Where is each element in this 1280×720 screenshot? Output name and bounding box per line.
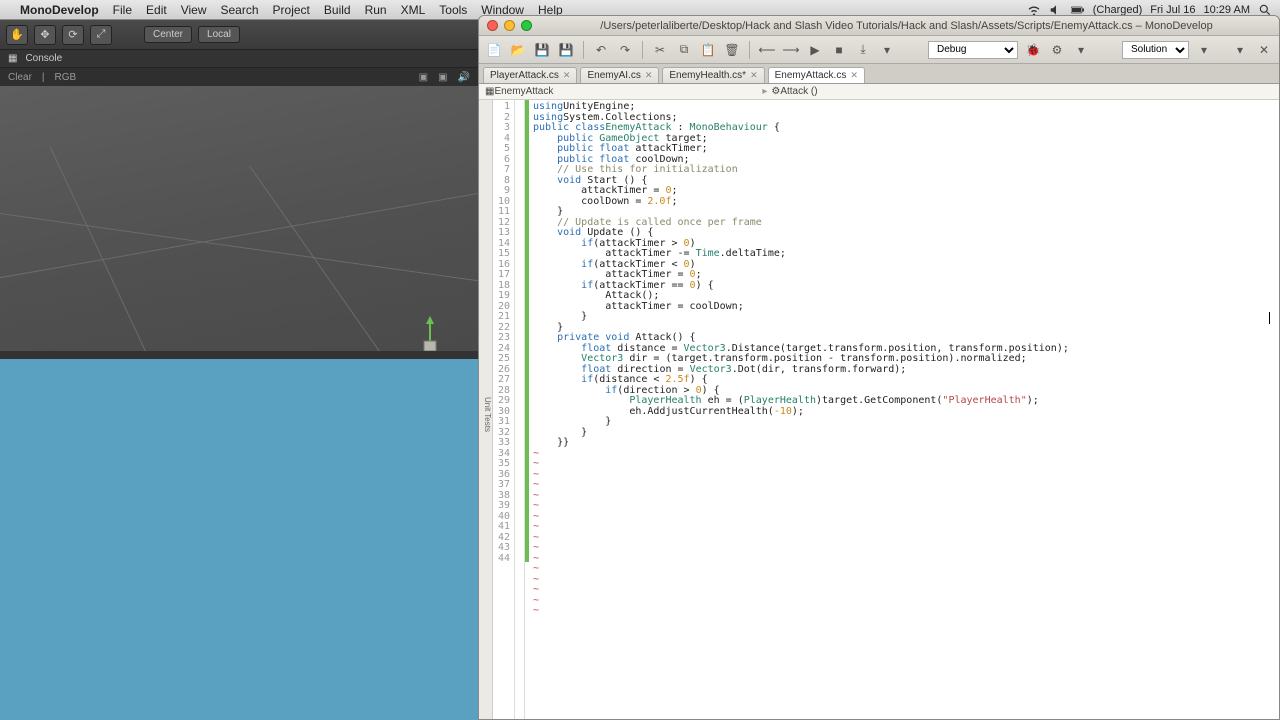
config-select[interactable]: Debug	[928, 41, 1018, 59]
menubar-date: Fri Jul 16	[1150, 4, 1195, 16]
move-tool[interactable]: ✥	[34, 25, 56, 45]
new-file-icon[interactable]: 📄	[485, 41, 503, 59]
open-icon[interactable]: 📂	[509, 41, 527, 59]
close-button[interactable]	[487, 20, 498, 31]
titlebar: /Users/peterlaliberte/Desktop/Hack and S…	[479, 16, 1279, 36]
menu-project[interactable]: Project	[273, 3, 310, 17]
line-gutter: 1 2 3 4 5 6 7 8 9 10 11 12 13 14 15 16 1…	[493, 100, 515, 719]
tab-enemyhealthcs[interactable]: EnemyHealth.cs*✕	[662, 67, 764, 83]
window-title: /Users/peterlaliberte/Desktop/Hack and S…	[542, 20, 1271, 32]
build-icon[interactable]: ▶	[806, 41, 824, 59]
tab-playerattackcs[interactable]: PlayerAttack.cs✕	[483, 67, 577, 83]
stop-icon[interactable]: ■	[830, 41, 848, 59]
space-toggle[interactable]: Local	[198, 26, 240, 43]
rotate-tool[interactable]: ⟳	[62, 25, 84, 45]
menu-search[interactable]: Search	[221, 3, 259, 17]
tab-close-icon[interactable]: ✕	[750, 70, 758, 81]
mono-toolbar: 📄 📂 💾 💾 ↶ ↷ ✂ ⧉ 📋 🗑 ⟵ ⟶ ▶ ■ ⤓ ▾ Debug 🐞 …	[479, 36, 1279, 64]
close-icon[interactable]: ✕	[1255, 41, 1273, 59]
hand-tool[interactable]: ✋	[6, 25, 28, 45]
cut-icon[interactable]: ✂	[651, 41, 669, 59]
tab-close-icon[interactable]: ✕	[563, 70, 571, 81]
console-tab[interactable]: Console	[25, 53, 62, 64]
unity-console-controls: Clear | RGB ▣ ▣ 🔊	[0, 68, 478, 86]
undo-icon[interactable]: ↶	[592, 41, 610, 59]
tab-enemyaics[interactable]: EnemyAI.cs✕	[580, 67, 659, 83]
scene-view[interactable]	[0, 86, 478, 351]
unity-splitter[interactable]	[0, 351, 478, 359]
tab-close-icon[interactable]: ✕	[850, 70, 858, 81]
unity-window: ✋ ✥ ⟳ ⤢ Center Local ▦Console Clear | RG…	[0, 20, 478, 720]
unity-console-tab-row: ▦Console	[0, 50, 478, 68]
paste-icon[interactable]: 📋	[699, 41, 717, 59]
step-icon[interactable]: ⤓	[854, 41, 872, 59]
menu-xml[interactable]: XML	[401, 3, 426, 17]
debug-icon2[interactable]: ⚙	[1048, 41, 1066, 59]
save-all-icon[interactable]: 💾	[557, 41, 575, 59]
scale-tool[interactable]: ⤢	[90, 25, 112, 45]
pivot-toggle[interactable]: Center	[144, 26, 192, 43]
console-opt2[interactable]: ▣	[438, 72, 447, 83]
console-opt1[interactable]: ▣	[419, 72, 428, 83]
delete-icon[interactable]: 🗑	[723, 41, 741, 59]
tab-enemyattackcs[interactable]: EnemyAttack.cs✕	[768, 67, 865, 83]
battery-status: (Charged)	[1093, 4, 1143, 16]
menu-tools[interactable]: Tools	[439, 3, 467, 17]
breadcrumb-member[interactable]: Attack ()	[780, 86, 817, 97]
chevron-down-icon[interactable]: ▾	[1231, 41, 1249, 59]
copy-icon[interactable]: ⧉	[675, 41, 693, 59]
monodevelop-window: /Users/peterlaliberte/Desktop/Hack and S…	[478, 15, 1280, 720]
console-clear[interactable]: Clear	[8, 72, 32, 83]
tab-close-icon[interactable]: ✕	[645, 70, 653, 81]
editor-tab-row: PlayerAttack.cs✕EnemyAI.cs✕EnemyHealth.c…	[479, 64, 1279, 84]
breadcrumb[interactable]: ▦ EnemyAttack ▸ ⚙ Attack ()	[479, 84, 1279, 100]
debug-icon1[interactable]: 🐞	[1024, 41, 1042, 59]
save-icon[interactable]: 💾	[533, 41, 551, 59]
code-area[interactable]: usingUnityEngine;usingSystem.Collections…	[529, 100, 1279, 719]
menu-file[interactable]: File	[113, 3, 132, 17]
menu-edit[interactable]: Edit	[146, 3, 167, 17]
console-opt3[interactable]: 🔊	[458, 72, 470, 83]
solution-select[interactable]: Solution	[1122, 41, 1189, 59]
nav-fwd-icon[interactable]: ⟶	[782, 41, 800, 59]
chevron-down-icon[interactable]: ▾	[878, 41, 896, 59]
minimize-button[interactable]	[504, 20, 515, 31]
editor-area: Unit Tests 1 2 3 4 5 6 7 8 9 10 11 12 13…	[479, 100, 1279, 719]
text-cursor	[1269, 312, 1270, 324]
console-rgb[interactable]: RGB	[55, 72, 77, 83]
app-name[interactable]: MonoDevelop	[20, 3, 99, 17]
chevron-down-icon[interactable]: ▾	[1072, 41, 1090, 59]
transform-gizmo[interactable]	[420, 316, 450, 351]
menu-run[interactable]: Run	[365, 3, 387, 17]
zoom-button[interactable]	[521, 20, 532, 31]
redo-icon[interactable]: ↷	[616, 41, 634, 59]
nav-back-icon[interactable]: ⟵	[758, 41, 776, 59]
fold-column[interactable]	[515, 100, 525, 719]
menubar-time: 10:29 AM	[1204, 4, 1250, 16]
unity-toolbar: ✋ ✥ ⟳ ⤢ Center Local	[0, 20, 478, 50]
menu-build[interactable]: Build	[324, 3, 351, 17]
side-panel-tab[interactable]: Unit Tests	[479, 100, 493, 719]
game-view[interactable]	[0, 359, 478, 720]
breadcrumb-class[interactable]: EnemyAttack	[494, 86, 553, 97]
menu-view[interactable]: View	[181, 3, 207, 17]
chevron-down-icon[interactable]: ▾	[1195, 41, 1213, 59]
